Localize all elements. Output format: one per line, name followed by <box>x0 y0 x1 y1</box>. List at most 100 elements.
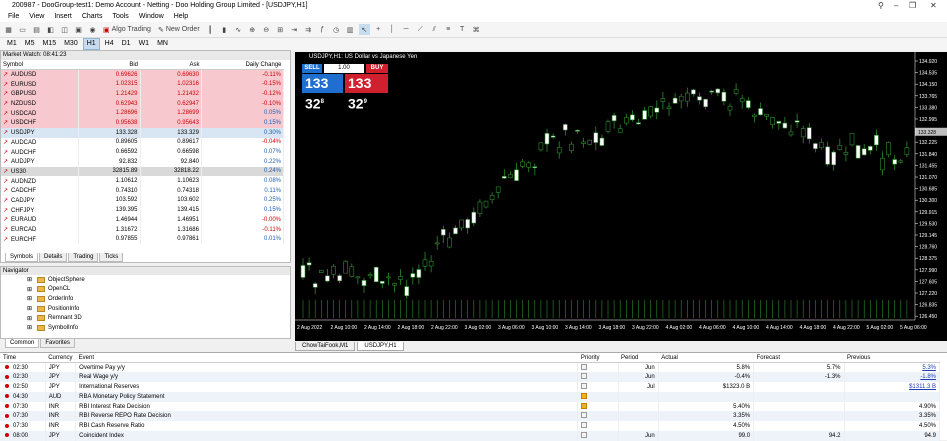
market-watch-row[interactable]: ↗ CADJPY 103.592 103.602 0.25% <box>1 195 284 206</box>
calendar-row[interactable]: 08:00 JPY Coincident Index Jun 99.0 94.2 94.9 <box>0 431 941 441</box>
market-watch-row[interactable]: ↗ AUDJPY 92.832 92.840 0.22% <box>1 156 284 167</box>
col-symbol[interactable]: Symbol <box>1 60 79 71</box>
fibonacci-icon[interactable]: ≡ <box>443 24 454 35</box>
col-priority[interactable]: Priority <box>577 353 619 363</box>
tf-m30[interactable]: M30 <box>61 39 81 49</box>
tf-h4[interactable]: H4 <box>102 39 117 49</box>
menu-tools[interactable]: Tools <box>112 13 128 20</box>
line-chart-icon[interactable]: ∿ <box>233 24 244 35</box>
navigator-item[interactable]: ⊞ PositionInfo <box>1 304 290 314</box>
zoom-in-icon[interactable]: ⊕ <box>247 24 258 35</box>
templates-icon[interactable]: ▥ <box>345 24 356 35</box>
tile-windows-icon[interactable]: ⊞ <box>275 24 286 35</box>
col-actual[interactable]: Actual <box>658 353 754 363</box>
navigator-item[interactable]: ⊞ OrderInfo <box>1 294 290 304</box>
market-watch-row[interactable]: ↗ EURCAD 1.31672 1.31686 -0.11% <box>1 224 284 235</box>
algo-trading-button[interactable]: ▣ Algo Trading <box>101 24 153 35</box>
navigator-item[interactable]: ⊞ SymbolInfo <box>1 323 290 333</box>
col-currency[interactable]: Currency <box>45 353 76 363</box>
new-order-button[interactable]: ✎ New Order <box>156 24 202 35</box>
market-watch-row[interactable]: ↗ USDCAD 1.28696 1.28699 0.05% <box>1 108 284 119</box>
menu-insert[interactable]: Insert <box>54 13 72 20</box>
tab-chart-chowtaifook[interactable]: ChowTaiFook,M1 <box>295 342 356 351</box>
zoom-out-icon[interactable]: ⊖ <box>261 24 272 35</box>
minimize-icon[interactable]: – <box>894 1 898 10</box>
tf-m5[interactable]: M5 <box>22 39 38 49</box>
market-watch-row[interactable]: ↗ AUDUSD 0.69626 0.69630 -0.11% <box>1 69 284 80</box>
market-watch-icon[interactable]: ▤ <box>31 24 42 35</box>
tab-ticks[interactable]: Ticks <box>99 253 124 262</box>
col-daily-change[interactable]: Daily Change <box>201 60 284 71</box>
navigator-item[interactable]: ⊞ ObjectSphere <box>1 275 290 285</box>
buy-button[interactable]: BUY <box>366 64 388 73</box>
price-chart[interactable]: 134.920 134.535 134.150 133.765 133.380 132.9… <box>295 52 947 341</box>
periods-icon[interactable]: ◷ <box>331 24 342 35</box>
tab-symbols[interactable]: Symbols <box>5 253 39 262</box>
tab-trading[interactable]: Trading <box>68 253 99 262</box>
col-ask[interactable]: Ask <box>140 60 202 71</box>
trendline-icon[interactable]: ⟋ <box>415 24 426 35</box>
market-watch-row[interactable]: ↗ AUDCAD 0.89605 0.89617 -0.04% <box>1 137 284 148</box>
channel-icon[interactable]: ⫽ <box>429 24 440 35</box>
text-icon[interactable]: T <box>457 24 468 35</box>
market-watch-row[interactable]: ↗ USDJPY 133.328 133.329 0.30% <box>1 127 284 138</box>
menu-view[interactable]: View <box>29 13 44 20</box>
menu-charts[interactable]: Charts <box>82 13 103 20</box>
buy-price[interactable]: 133 329 <box>345 74 388 112</box>
market-watch-row[interactable]: ↗ AUDCHF 0.66592 0.66598 0.07% <box>1 147 284 157</box>
market-watch-row[interactable]: ↗ AUDNZD 1.10612 1.10623 0.08% <box>1 176 284 186</box>
lot-input[interactable]: 1.00 <box>324 64 364 73</box>
metaeditor-icon[interactable]: ◧ <box>45 24 56 35</box>
cursor-icon[interactable]: ↖ <box>358 24 370 35</box>
col-bid[interactable]: Bid <box>78 60 140 71</box>
market-watch-row[interactable]: ↗ NZDUSD 0.62943 0.62947 -0.10% <box>1 98 284 109</box>
menu-file[interactable]: File <box>8 13 19 20</box>
col-period[interactable]: Period <box>618 353 659 363</box>
new-chart-icon[interactable]: ▦ <box>3 24 14 35</box>
market-watch-row[interactable]: ↗ GBPUSD 1.21429 1.21432 -0.12% <box>1 89 284 99</box>
profiles-icon[interactable]: ▭ <box>17 24 28 35</box>
search-icon[interactable]: ⚲ <box>878 1 884 10</box>
crosshair-icon[interactable]: + <box>373 24 384 35</box>
tf-w1[interactable]: W1 <box>136 39 153 49</box>
market-watch-row[interactable]: ↗ CHFJPY 139.395 139.415 0.15% <box>1 205 284 215</box>
terminal-icon[interactable]: ▣ <box>73 24 84 35</box>
market-watch-row[interactable]: ↗ EURUSD 1.02315 1.02316 -0.15% <box>1 79 284 90</box>
market-watch-row[interactable]: ↗ USDCHF 0.95638 0.95643 0.15% <box>1 118 284 128</box>
calendar-row[interactable]: 02:30 JPY Overtime Pay y/y Jun 5.8% 5.7% 5.3% <box>0 362 941 373</box>
calendar-row[interactable]: 07:30 INR RBI Interest Rate Decision 5.40% 4… <box>0 401 941 412</box>
vertical-line-icon[interactable]: │ <box>387 24 398 35</box>
restore-icon[interactable]: ❐ <box>909 1 916 10</box>
tab-details[interactable]: Details <box>39 253 68 262</box>
market-watch-row[interactable]: ↗ US30 32815.89 32818.22 0.24% <box>1 166 284 177</box>
calendar-row[interactable]: 07:30 INR RBI Reverse REPO Rate Decision 3.… <box>0 411 941 422</box>
calendar-row[interactable]: 07:30 INR RBI Cash Reserve Ratio 4.50% 4.50% <box>0 421 941 432</box>
tf-d1[interactable]: D1 <box>119 39 134 49</box>
autoscroll-icon[interactable]: ⇉ <box>303 24 314 35</box>
market-watch-row[interactable]: ↗ CADCHF 0.74310 0.74318 0.11% <box>1 185 284 196</box>
col-forecast[interactable]: Forecast <box>753 353 845 363</box>
tf-h1[interactable]: H1 <box>82 38 100 50</box>
indicators-icon[interactable]: ƒ <box>317 24 328 35</box>
calendar-row[interactable]: 02:50 JPY International Reserves Jul $1323.0… <box>0 382 941 392</box>
market-watch-row[interactable]: ↗ EURAUD 1.46944 1.46951 -0.00% <box>1 215 284 225</box>
candlestick-icon[interactable]: ▮ <box>219 24 230 35</box>
tf-m1[interactable]: M1 <box>4 39 20 49</box>
col-previous[interactable]: Previous <box>844 353 940 363</box>
col-event[interactable]: Event <box>75 353 578 363</box>
bar-chart-icon[interactable]: ┃ <box>205 24 216 35</box>
calendar-row[interactable]: 02:30 JPY Real Wage y/y Jun -0.4% -1.3% -1.8% <box>0 372 941 383</box>
horizontal-line-icon[interactable]: ─ <box>401 24 412 35</box>
navigator-item[interactable]: ⊞ Remnant 3D <box>1 313 290 323</box>
sell-price[interactable]: 133 328 <box>302 74 343 112</box>
market-watch-row[interactable]: ↗ EURCHF 0.97855 0.97861 0.01% <box>1 234 284 245</box>
menu-help[interactable]: Help <box>174 13 188 20</box>
col-time[interactable]: Time <box>0 353 46 363</box>
tab-favorites[interactable]: Favorites <box>40 339 76 348</box>
tf-m15[interactable]: M15 <box>39 39 59 49</box>
shapes-icon[interactable]: ⌘ <box>471 24 482 35</box>
navigator-icon[interactable]: ◫ <box>59 24 70 35</box>
calendar-row[interactable]: 04:30 AUD RBA Monetary Policy Statement <box>0 391 941 402</box>
strategy-tester-icon[interactable]: ◉ <box>87 24 98 35</box>
chart-shift-icon[interactable]: ⇥ <box>289 24 300 35</box>
